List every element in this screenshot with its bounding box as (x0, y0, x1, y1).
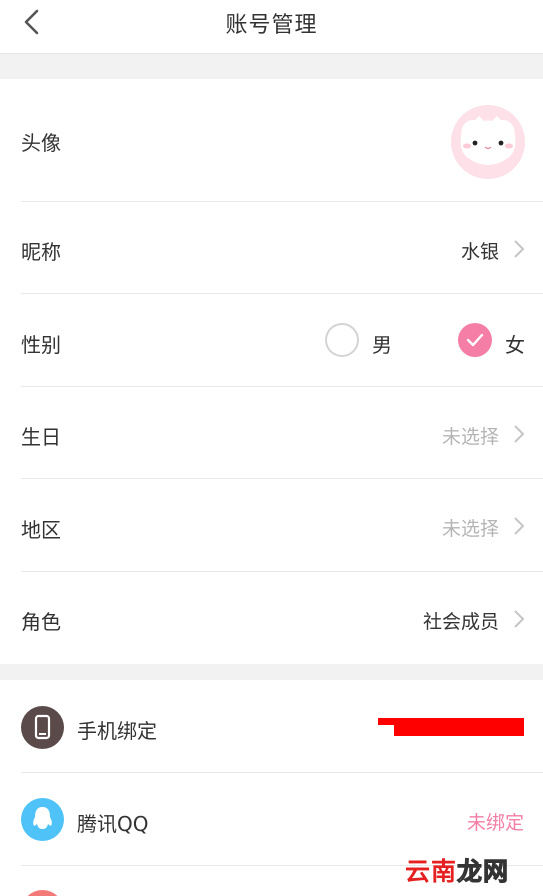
role-row[interactable]: 角色 社会成员 (21, 572, 543, 664)
phone-binding-row[interactable]: 手机绑定 (21, 680, 543, 773)
gender-male-label: 男 (372, 333, 392, 357)
birthday-row[interactable]: 生日 未选择 (21, 387, 543, 479)
profile-section: 头像 昵称 水银 性别 男 女 生日 未选择 地区 未选择 角色 社会成员 (0, 79, 543, 664)
cat-avatar-icon (451, 105, 525, 179)
role-label: 角色 (21, 610, 61, 634)
region-label: 地区 (21, 518, 61, 542)
nickname-row[interactable]: 昵称 水银 (21, 202, 543, 294)
region-value: 未选择 (441, 518, 499, 540)
gender-label: 性别 (21, 333, 61, 357)
watermark-text-outline: 龙网 (456, 857, 509, 887)
avatar-label: 头像 (21, 131, 61, 155)
nickname-value: 水银 (460, 241, 499, 263)
third-binding-icon (21, 890, 64, 896)
watermark: 云南龙网 (405, 852, 509, 888)
qq-binding-status[interactable]: 未绑定 (467, 808, 524, 835)
gender-female-label: 女 (505, 333, 525, 357)
chevron-right-icon (514, 610, 525, 628)
nav-bar: 账号管理 (0, 0, 543, 54)
chevron-right-icon (514, 517, 525, 535)
gender-female-radio[interactable] (458, 323, 492, 357)
gender-male-radio[interactable] (325, 323, 359, 357)
gender-row: 性别 男 女 (21, 294, 543, 387)
redaction-mark (394, 725, 524, 736)
chevron-right-icon (514, 240, 525, 258)
chevron-right-icon (514, 425, 525, 443)
nickname-label: 昵称 (21, 240, 61, 264)
role-value: 社会成员 (422, 611, 499, 633)
avatar-row[interactable]: 头像 (21, 79, 543, 202)
watermark-text-red: 云南 (404, 857, 457, 886)
qq-penguin-icon (21, 798, 64, 841)
page-title: 账号管理 (225, 13, 318, 38)
phone-binding-label: 手机绑定 (77, 719, 157, 743)
region-row[interactable]: 地区 未选择 (21, 479, 543, 572)
redaction-mark (378, 718, 524, 725)
birthday-value: 未选择 (441, 426, 499, 448)
avatar[interactable] (451, 105, 525, 179)
check-icon (466, 333, 484, 347)
qq-binding-label: 腾讯QQ (77, 812, 149, 836)
phone-icon (21, 706, 64, 749)
birthday-label: 生日 (21, 425, 61, 449)
